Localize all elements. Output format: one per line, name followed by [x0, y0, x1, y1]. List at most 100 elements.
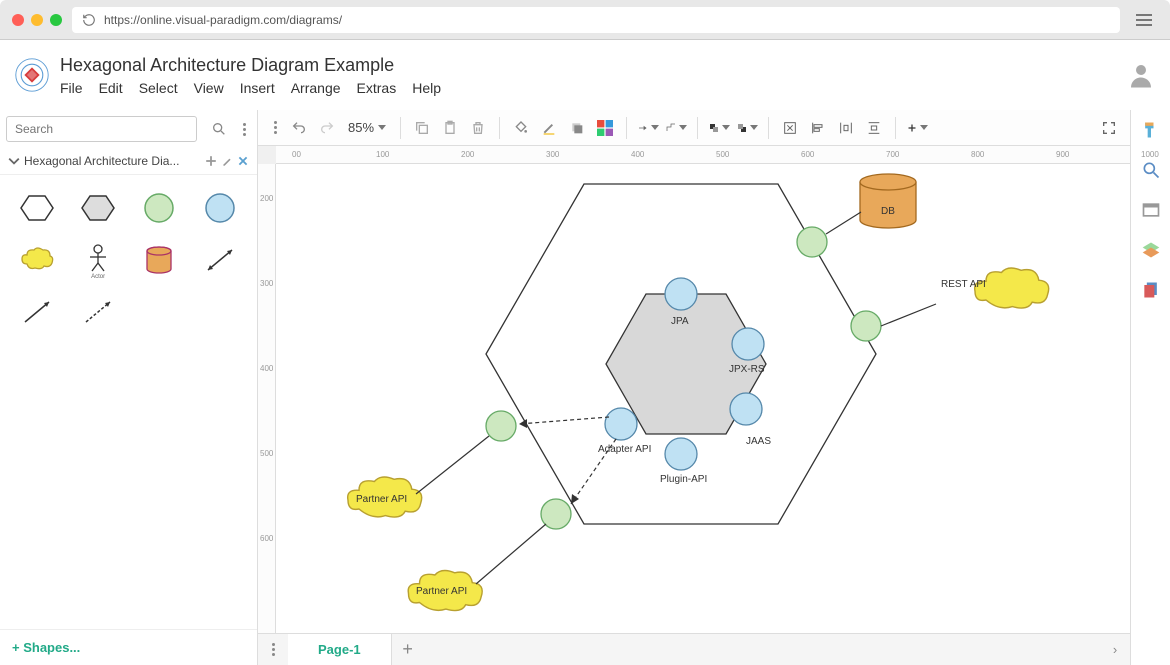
- layers-panel-icon[interactable]: [1141, 240, 1161, 260]
- category-title: Hexagonal Architecture Dia...: [24, 154, 179, 168]
- shape-actor[interactable]: Actor: [71, 237, 126, 283]
- port-left-upper[interactable]: [486, 411, 516, 441]
- fit-button[interactable]: [779, 117, 801, 139]
- connector-db[interactable]: [826, 212, 861, 234]
- app-header: Hexagonal Architecture Diagram Example F…: [0, 40, 1170, 110]
- menu-file[interactable]: File: [60, 80, 83, 96]
- tabs-menu-icon[interactable]: [258, 643, 288, 656]
- adapter-api[interactable]: [605, 408, 637, 440]
- adapter-jpx-rs[interactable]: [732, 328, 764, 360]
- label-jpx-rs: JPX-RS: [729, 364, 765, 375]
- line-color-button[interactable]: [538, 117, 560, 139]
- db-cylinder[interactable]: [860, 174, 916, 228]
- menu-view[interactable]: View: [194, 80, 224, 96]
- waypoint-button[interactable]: [665, 117, 687, 139]
- menu-help[interactable]: Help: [412, 80, 441, 96]
- document-title[interactable]: Hexagonal Architecture Diagram Example: [60, 55, 441, 76]
- adapter-jaas[interactable]: [730, 393, 762, 425]
- connector-partner-1[interactable]: [416, 436, 489, 494]
- menu-edit[interactable]: Edit: [99, 80, 123, 96]
- menu-bar: File Edit Select View Insert Arrange Ext…: [60, 80, 441, 96]
- shape-arrow[interactable]: [10, 289, 65, 335]
- browser-menu-button[interactable]: [1130, 6, 1158, 34]
- close-window-icon[interactable]: [12, 14, 24, 26]
- address-bar[interactable]: https://online.visual-paradigm.com/diagr…: [72, 7, 1120, 33]
- shadow-button[interactable]: [566, 117, 588, 139]
- fill-color-button[interactable]: [510, 117, 532, 139]
- zoom-level[interactable]: 85%: [344, 120, 390, 135]
- port-top-right[interactable]: [797, 227, 827, 257]
- menu-select[interactable]: Select: [139, 80, 178, 96]
- adapter-plugin[interactable]: [665, 438, 697, 470]
- refresh-icon[interactable]: [82, 13, 96, 27]
- add-page-button[interactable]: +: [392, 639, 424, 660]
- colors-button[interactable]: [594, 117, 616, 139]
- pages-panel-icon[interactable]: [1141, 280, 1161, 300]
- label-jaas: JAAS: [746, 436, 771, 447]
- ruler-vertical: 200 300 400 500 600: [258, 164, 276, 633]
- shape-hexagon-outline[interactable]: [10, 185, 65, 231]
- format-panel-icon[interactable]: [1141, 120, 1161, 140]
- redo-button[interactable]: [316, 117, 338, 139]
- menu-extras[interactable]: Extras: [357, 80, 397, 96]
- more-shapes-button[interactable]: + Shapes...: [0, 629, 257, 665]
- to-back-button[interactable]: [736, 117, 758, 139]
- editor-area: 85% 00 10: [258, 110, 1130, 665]
- to-front-button[interactable]: [708, 117, 730, 139]
- sidebar-more-icon[interactable]: [237, 123, 251, 136]
- label-adapter-api: Adapter API: [598, 444, 651, 455]
- chevron-down-icon: [651, 125, 659, 130]
- chevron-down-icon: [920, 125, 928, 130]
- shape-circle-green[interactable]: [132, 185, 187, 231]
- right-toolbar: [1130, 110, 1170, 665]
- diagram-svg[interactable]: [276, 164, 1096, 633]
- delete-button[interactable]: [467, 117, 489, 139]
- category-header[interactable]: Hexagonal Architecture Dia...: [0, 148, 257, 175]
- search-input[interactable]: [6, 116, 197, 142]
- chevron-down-icon: [378, 125, 386, 130]
- menu-arrange[interactable]: Arrange: [291, 80, 341, 96]
- copy-button[interactable]: [411, 117, 433, 139]
- menu-insert[interactable]: Insert: [240, 80, 275, 96]
- shape-palette: Actor: [0, 175, 257, 345]
- user-profile-icon[interactable]: [1126, 60, 1156, 90]
- tabs-scroll-right-icon[interactable]: ›: [1100, 642, 1130, 657]
- diagram-canvas[interactable]: DB REST API JPA JPX-RS JAAS Adapter API …: [276, 164, 1130, 633]
- maximize-window-icon[interactable]: [50, 14, 62, 26]
- connector-partner-2[interactable]: [476, 524, 546, 584]
- tab-page-1[interactable]: Page-1: [288, 634, 392, 665]
- label-plugin-api: Plugin-API: [660, 474, 707, 485]
- distribute-h-button[interactable]: [835, 117, 857, 139]
- fullscreen-button[interactable]: [1098, 117, 1120, 139]
- chevron-down-icon: [722, 125, 730, 130]
- edit-icon[interactable]: [221, 155, 233, 167]
- label-partner-api-2: Partner API: [416, 586, 467, 597]
- add-icon[interactable]: [205, 155, 217, 167]
- insert-button[interactable]: [906, 117, 928, 139]
- port-right[interactable]: [851, 311, 881, 341]
- paste-button[interactable]: [439, 117, 461, 139]
- shape-cloud[interactable]: [10, 237, 65, 283]
- shape-cylinder[interactable]: [132, 237, 187, 283]
- connector-rest[interactable]: [881, 304, 936, 326]
- shape-arrow-dashed[interactable]: [71, 289, 126, 335]
- toolbar-handle-icon[interactable]: [268, 121, 282, 134]
- close-icon[interactable]: [237, 155, 249, 167]
- search-panel-icon[interactable]: [1141, 160, 1161, 180]
- connection-button[interactable]: [637, 117, 659, 139]
- outline-panel-icon[interactable]: [1141, 200, 1161, 220]
- undo-button[interactable]: [288, 117, 310, 139]
- distribute-v-button[interactable]: [863, 117, 885, 139]
- shape-line-bidir[interactable]: [192, 237, 247, 283]
- label-db: DB: [881, 206, 895, 217]
- minimize-window-icon[interactable]: [31, 14, 43, 26]
- shape-hexagon-filled[interactable]: [71, 185, 126, 231]
- chevron-down-icon: [8, 155, 20, 167]
- ruler-horizontal: 00 100 200 300 400 500 600 700 800 900 1…: [276, 146, 1130, 164]
- page-tabs: Page-1 + ›: [258, 633, 1130, 665]
- search-row: [0, 110, 257, 148]
- adapter-jpa[interactable]: [665, 278, 697, 310]
- search-icon[interactable]: [211, 121, 227, 137]
- shape-circle-blue[interactable]: [192, 185, 247, 231]
- align-button[interactable]: [807, 117, 829, 139]
